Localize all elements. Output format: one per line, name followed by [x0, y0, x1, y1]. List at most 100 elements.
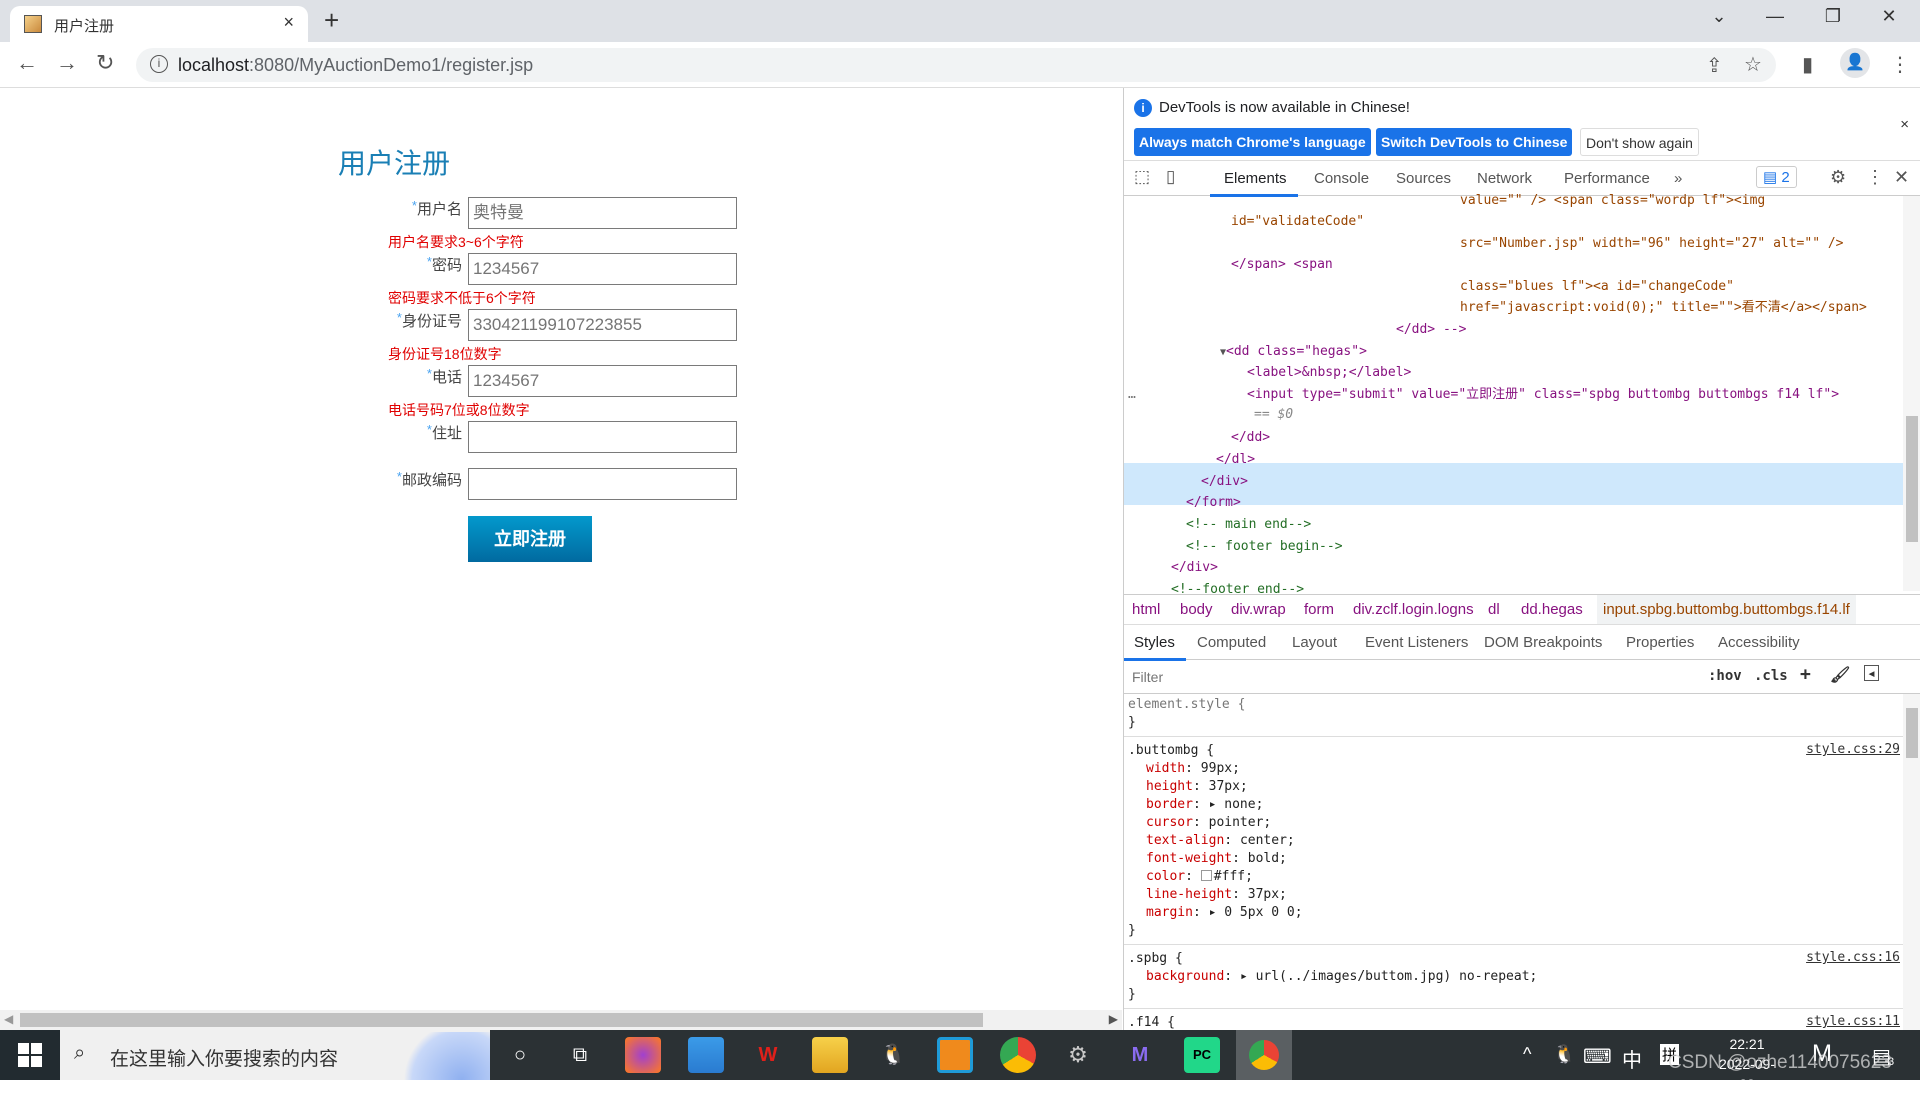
breadcrumb-item[interactable]: form	[1304, 601, 1334, 618]
styles-filter-input[interactable]	[1128, 664, 1700, 690]
scroll-left-arrow-icon[interactable]: ◀	[4, 1012, 13, 1026]
device-toolbar-icon[interactable]: ▯	[1166, 167, 1175, 187]
breadcrumb-item[interactable]: dd.hegas	[1521, 601, 1583, 618]
file-explorer-icon[interactable]	[812, 1037, 848, 1073]
settings-gear-icon[interactable]: ⚙	[1830, 167, 1846, 188]
tab-performance[interactable]: Performance	[1564, 170, 1650, 187]
start-button[interactable]	[0, 1030, 60, 1080]
dom-line-selected-input[interactable]: <input type="submit" value="立即注册" class=…	[1247, 384, 1839, 405]
dom-line[interactable]: <!-- footer begin-->	[1186, 536, 1343, 557]
always-match-language-button[interactable]: Always match Chrome's language	[1134, 128, 1371, 156]
dom-line[interactable]: src="Number.jsp" width="96" height="27" …	[1460, 233, 1844, 254]
rule-source-link[interactable]: style.css:29	[1806, 742, 1900, 757]
dom-line[interactable]: </dd> -->	[1396, 319, 1466, 340]
taskbar-search-box[interactable]: ⌕ 在这里输入你要搜索的内容	[60, 1030, 490, 1080]
site-info-icon[interactable]: i	[150, 55, 168, 73]
scrollbar-thumb[interactable]	[1906, 708, 1918, 758]
tray-qq-icon[interactable]: 🐧	[1553, 1044, 1575, 1065]
side-panel-icon[interactable]: ▮	[1802, 52, 1813, 77]
register-submit-button[interactable]: 立即注册	[468, 516, 592, 562]
wps-office-icon[interactable]: W	[750, 1037, 786, 1073]
css-property[interactable]: text-align: center;	[1146, 832, 1295, 850]
devtools-close-icon[interactable]: ✕	[1894, 167, 1909, 188]
dom-line[interactable]: </span> <span	[1231, 254, 1333, 275]
dom-line[interactable]: </div>	[1201, 471, 1248, 492]
horizontal-scrollbar[interactable]: ◀ ▶	[0, 1010, 1122, 1030]
dom-line[interactable]: </div>	[1171, 557, 1218, 578]
css-property[interactable]: height: 37px;	[1146, 778, 1248, 796]
chrome-icon[interactable]	[1000, 1037, 1036, 1073]
winrar-icon[interactable]	[688, 1037, 724, 1073]
password-input[interactable]	[468, 253, 737, 285]
issues-badge[interactable]: ▤ 2	[1756, 166, 1797, 188]
infobar-close-icon[interactable]: ×	[1900, 116, 1909, 133]
dont-show-again-button[interactable]: Don't show again	[1580, 128, 1699, 156]
color-swatch-icon[interactable]	[1200, 870, 1212, 881]
close-window-button[interactable]: ✕	[1866, 6, 1912, 27]
css-property[interactable]: color: #fff;	[1146, 868, 1253, 886]
dom-line[interactable]: id="validateCode"	[1231, 211, 1364, 232]
phone-input[interactable]	[468, 365, 737, 397]
breadcrumb-item[interactable]: div.zclf.login.logns	[1353, 601, 1474, 618]
scrollbar-thumb[interactable]	[20, 1013, 983, 1027]
breadcrumb-item[interactable]: body	[1180, 601, 1213, 618]
profile-avatar-icon[interactable]: 👤	[1840, 48, 1870, 78]
url-text[interactable]: localhost:8080/MyAuctionDemo1/register.j…	[178, 55, 533, 76]
dom-line[interactable]: </dl>	[1216, 449, 1255, 470]
tab-network[interactable]: Network	[1477, 170, 1532, 187]
postal-code-input[interactable]	[468, 468, 737, 500]
dom-line[interactable]: <!-- main end-->	[1186, 514, 1311, 535]
pycharm-icon[interactable]: PC	[1184, 1037, 1220, 1073]
address-bar[interactable]: i localhost:8080/MyAuctionDemo1/register…	[136, 48, 1776, 82]
tab-layout[interactable]: Layout	[1292, 634, 1337, 651]
tab-accessibility[interactable]: Accessibility	[1718, 634, 1800, 651]
chrome-menu-icon[interactable]: ⋮	[1890, 52, 1910, 77]
devtools-menu-icon[interactable]: ⋮	[1866, 167, 1884, 188]
bookmark-star-icon[interactable]: ☆	[1744, 52, 1762, 77]
restore-button[interactable]: ❐	[1810, 6, 1856, 27]
chrome-active-taskbar-button[interactable]	[1236, 1030, 1292, 1080]
breadcrumb-item[interactable]: div.wrap	[1231, 601, 1286, 618]
dom-line[interactable]: </dd>	[1231, 427, 1270, 448]
reload-button[interactable]: ↻	[96, 50, 114, 76]
new-style-rule-button[interactable]: +	[1800, 664, 1811, 685]
dom-line[interactable]: <label>&nbsp;</label>	[1247, 362, 1411, 383]
css-property[interactable]: background: ▸ url(../images/buttom.jpg) …	[1146, 968, 1537, 986]
keyboard-icon[interactable]: ⌨	[1583, 1044, 1612, 1069]
dom-line-dd-hegas[interactable]: ▼<dd class="hegas">	[1220, 341, 1367, 362]
tab-properties[interactable]: Properties	[1626, 634, 1694, 651]
breadcrumb-item[interactable]: dl	[1488, 601, 1500, 618]
tab-event-listeners[interactable]: Event Listeners	[1365, 634, 1468, 651]
rendering-paint-icon[interactable]: 🖌	[1830, 665, 1850, 684]
breadcrumb-item[interactable]: html	[1132, 601, 1160, 618]
css-property[interactable]: margin: ▸ 0 5px 0 0;	[1146, 904, 1303, 922]
tab-computed[interactable]: Computed	[1197, 634, 1266, 651]
username-input[interactable]	[468, 197, 737, 229]
qq-icon[interactable]: 🐧	[875, 1037, 911, 1073]
tray-chevron-icon[interactable]: ^	[1523, 1044, 1531, 1065]
node-actions-ellipsis[interactable]: …	[1128, 384, 1136, 405]
scrollbar-thumb[interactable]	[1906, 416, 1918, 542]
id-number-input[interactable]	[468, 309, 737, 341]
css-property[interactable]: border: ▸ none;	[1146, 796, 1263, 814]
elements-scrollbar[interactable]	[1903, 196, 1920, 591]
toggle-sidebar-icon[interactable]: ◂	[1864, 665, 1880, 681]
css-property[interactable]: width: 99px;	[1146, 760, 1240, 778]
css-property[interactable]: font-weight: bold;	[1146, 850, 1287, 868]
switch-to-chinese-button[interactable]: Switch DevTools to Chinese	[1376, 128, 1573, 156]
mindmaster-icon[interactable]: M	[1122, 1037, 1158, 1073]
dom-line[interactable]: </form>	[1186, 492, 1241, 513]
styles-pane[interactable]: element.style { } .buttombg { style.css:…	[1124, 694, 1904, 1030]
address-input[interactable]	[468, 421, 737, 453]
firefox-icon[interactable]	[625, 1037, 661, 1073]
cortana-icon[interactable]: ○	[502, 1037, 538, 1073]
tab-console[interactable]: Console	[1314, 170, 1369, 187]
vmware-icon[interactable]	[937, 1037, 973, 1073]
dom-line[interactable]: href="javascript:void(0);" title="">看不清<…	[1460, 297, 1867, 318]
breadcrumb-item-selected[interactable]: input.spbg.buttombg.buttombgs.f14.lf	[1597, 595, 1856, 625]
back-button[interactable]: ←	[16, 50, 38, 76]
more-tabs-icon[interactable]: »	[1674, 170, 1682, 187]
forward-button[interactable]: →	[56, 50, 78, 76]
tab-sources[interactable]: Sources	[1396, 170, 1451, 187]
elements-tree[interactable]: value="" /> <span class="wordp lf"><img …	[1124, 193, 1920, 597]
